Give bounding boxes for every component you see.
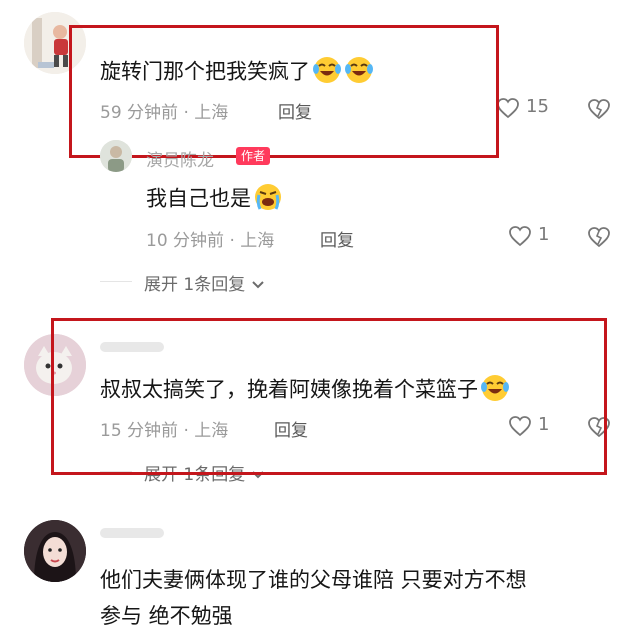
broken-heart-icon — [588, 99, 610, 120]
dislike-button[interactable] — [586, 225, 612, 249]
heart-outline-icon — [497, 98, 519, 119]
comment-text: 我自己也是 — [146, 182, 283, 217]
avatar[interactable] — [24, 520, 86, 582]
expand-divider — [100, 281, 132, 282]
reply-button[interactable]: 回复 — [320, 226, 354, 251]
dislike-button[interactable] — [586, 97, 612, 121]
avatar[interactable] — [100, 140, 132, 172]
comment-text: 参与 绝不勉强 — [100, 604, 233, 628]
comment-time: 10 分钟前 · 上海 — [146, 231, 275, 251]
expand-replies-button[interactable]: 展开 1条回复 — [144, 270, 265, 295]
author-name[interactable]: 演员陈龙 — [146, 146, 214, 171]
highlight-box — [51, 318, 607, 475]
comment-text: 他们夫妻俩体现了谁的父母谁陪 只要对方不想 — [100, 568, 527, 592]
author-name-blurred — [100, 528, 164, 538]
like-button[interactable]: 1 — [508, 224, 558, 250]
expand-replies-label: 展开 1条回复 — [144, 275, 246, 295]
highlight-box — [69, 25, 499, 158]
comment-text-content: 我自己也是 — [146, 186, 251, 211]
chevron-down-icon — [251, 275, 265, 295]
crying-emoji-icon — [253, 182, 283, 217]
heart-outline-icon — [509, 226, 531, 247]
author-badge: 作者 — [236, 147, 271, 165]
like-count: 1 — [538, 224, 550, 245]
like-count: 15 — [526, 96, 549, 117]
like-button[interactable]: 15 — [496, 96, 556, 122]
broken-heart-icon — [588, 227, 610, 248]
